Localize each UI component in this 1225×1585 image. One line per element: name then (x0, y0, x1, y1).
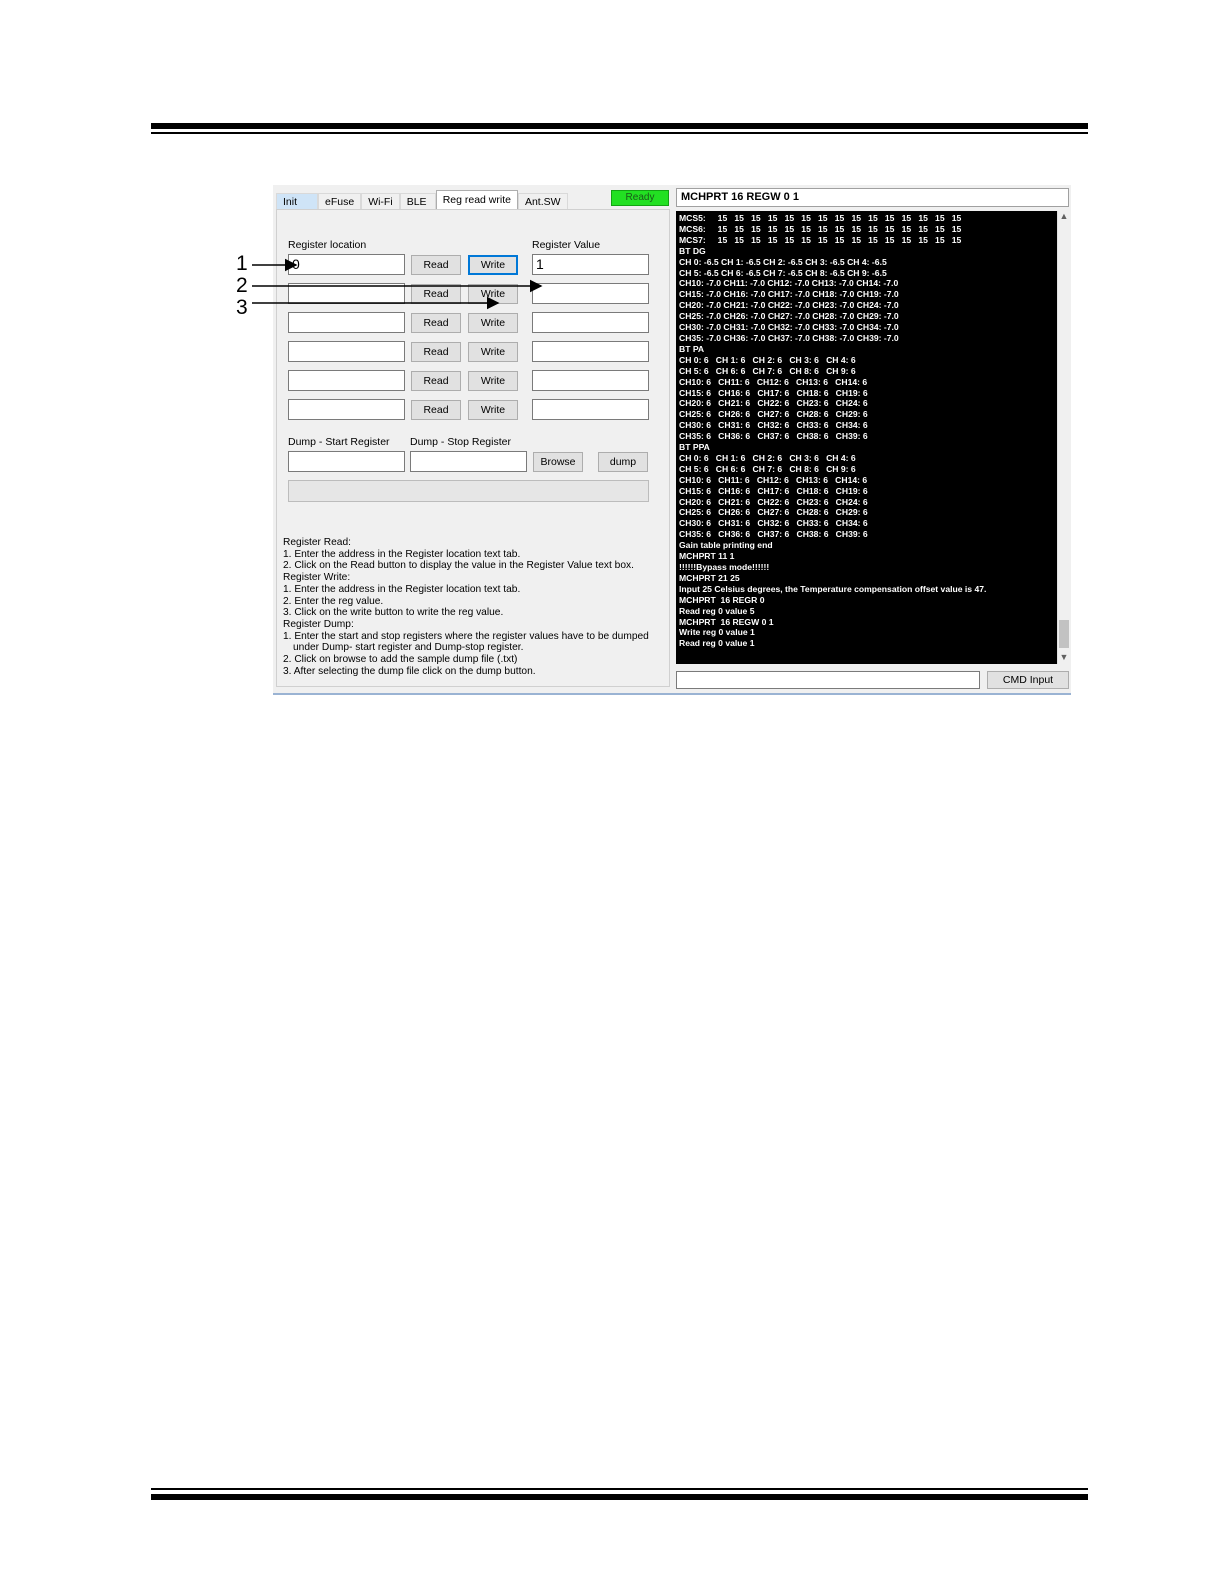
callout-arrows (252, 258, 543, 310)
